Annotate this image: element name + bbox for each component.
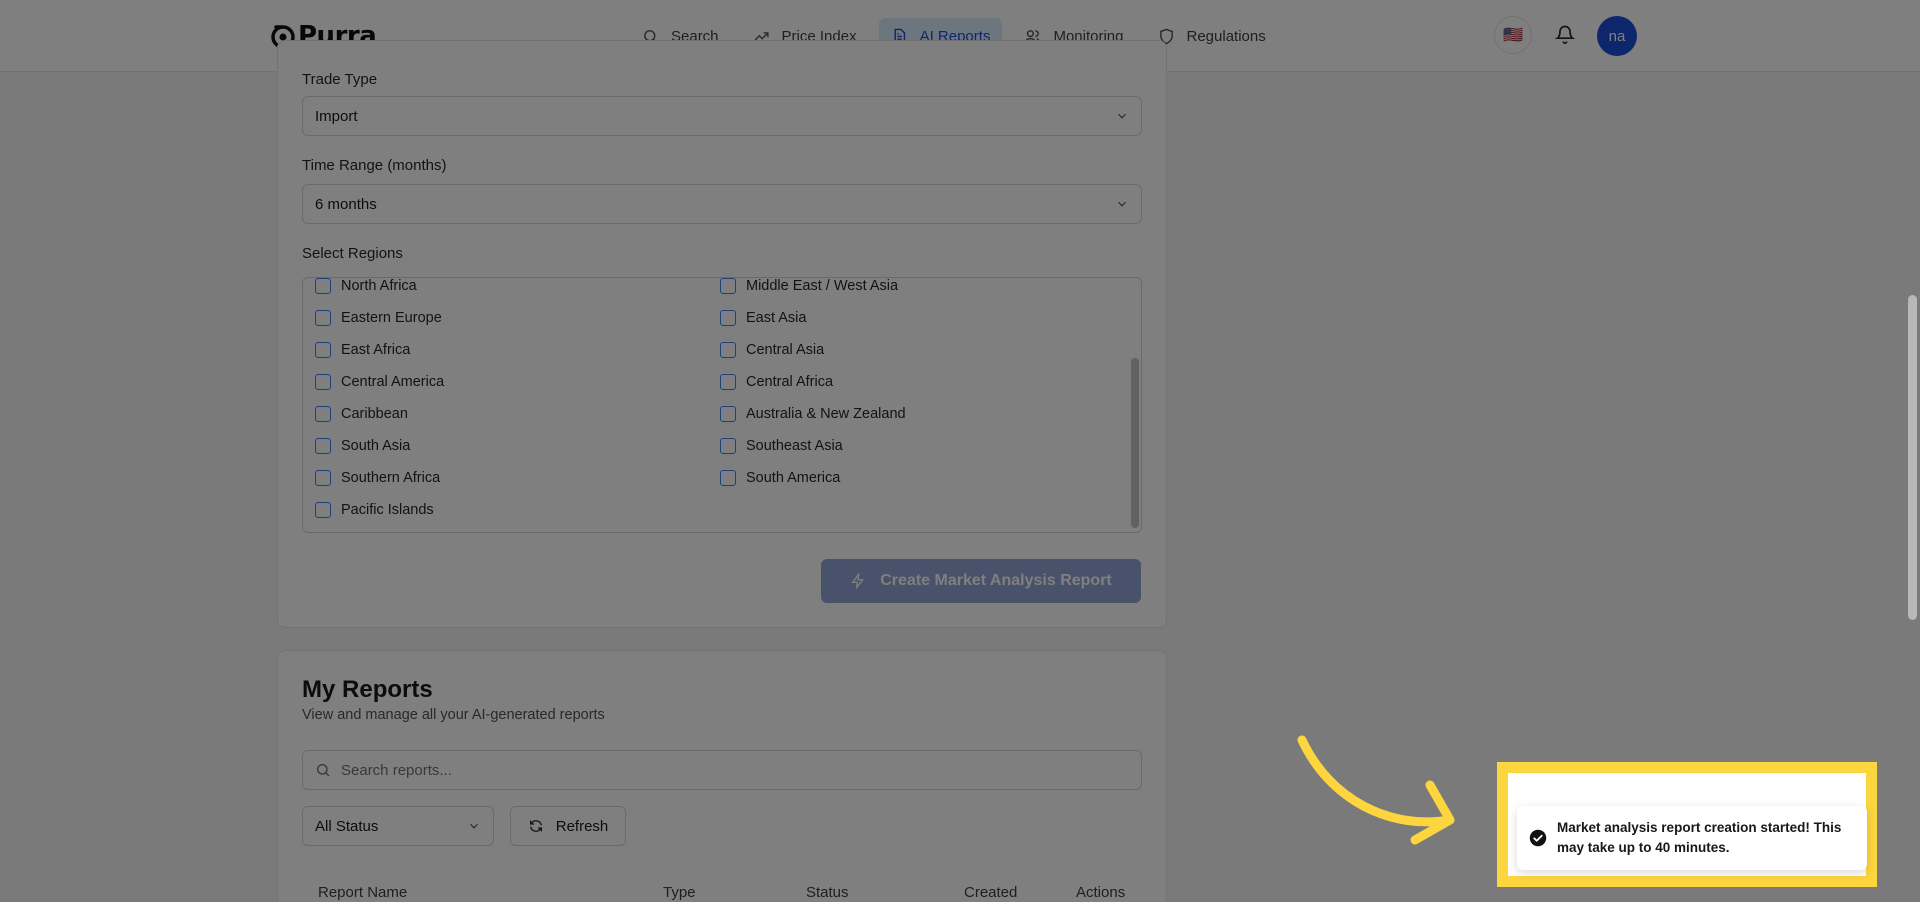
checkbox[interactable] <box>720 470 736 486</box>
bell-icon[interactable] <box>1555 24 1575 44</box>
time-range-select[interactable]: 6 months <box>302 184 1142 224</box>
region-label: Southeast Asia <box>746 438 843 454</box>
report-form-card: Trade Type Import Time Range (months) 6 … <box>277 40 1167 628</box>
checkbox[interactable] <box>720 438 736 454</box>
chevron-down-icon <box>1118 201 1126 207</box>
region-option[interactable]: Middle East / West Asia <box>720 278 899 296</box>
region-label: South America <box>746 470 841 486</box>
time-range-label: Time Range (months) <box>302 157 447 174</box>
checkbox[interactable] <box>720 342 736 358</box>
region-option[interactable]: North Africa <box>315 278 417 296</box>
region-label: East Africa <box>341 342 411 358</box>
toast-notification[interactable]: Market analysis report creation started!… <box>1517 806 1867 870</box>
region-option[interactable]: Eastern Europe <box>315 308 442 328</box>
region-option[interactable]: Southern Africa <box>315 468 440 488</box>
regions-scrollbar[interactable] <box>1131 358 1139 528</box>
checkbox[interactable] <box>315 438 331 454</box>
lightning-icon <box>851 573 865 589</box>
search-reports-input[interactable]: Search reports... <box>302 750 1142 790</box>
region-option[interactable]: Pacific Islands <box>315 500 434 520</box>
toast-message: Market analysis report creation started!… <box>1557 820 1842 855</box>
region-label: South Asia <box>341 438 411 454</box>
avatar[interactable]: na <box>1597 16 1637 56</box>
status-filter-value: All Status <box>315 817 379 835</box>
column-header-actions: Actions <box>1076 884 1126 901</box>
search-placeholder: Search reports... <box>341 761 452 779</box>
checkbox[interactable] <box>720 310 736 326</box>
search-icon <box>317 764 330 777</box>
region-option[interactable]: Central Africa <box>720 372 833 392</box>
column-header-type[interactable]: Type <box>663 884 696 901</box>
checkbox[interactable] <box>315 278 331 294</box>
column-header-name[interactable]: Report Name <box>318 884 407 901</box>
chevron-down-icon <box>470 823 478 829</box>
regions-list[interactable]: North Africa Eastern Europe East Africa … <box>302 277 1142 533</box>
my-reports-card: My Reports View and manage all your AI-g… <box>277 650 1167 902</box>
region-label: Southern Africa <box>341 470 441 486</box>
region-option[interactable]: Caribbean <box>315 404 408 424</box>
region-label: Australia & New Zealand <box>746 406 906 422</box>
trade-type-label: Trade Type <box>302 71 378 88</box>
trade-type-value: Import <box>315 107 358 125</box>
region-label: Central America <box>341 374 445 390</box>
region-label: North Africa <box>341 278 417 294</box>
checkbox[interactable] <box>720 278 736 294</box>
column-header-status[interactable]: Status <box>806 884 849 901</box>
region-option[interactable]: Australia & New Zealand <box>720 404 906 424</box>
trade-type-select[interactable]: Import <box>302 96 1142 136</box>
region-label: East Asia <box>746 310 807 326</box>
check-circle-icon <box>1529 829 1547 847</box>
checkbox[interactable] <box>720 374 736 390</box>
checkbox[interactable] <box>315 470 331 486</box>
checkbox[interactable] <box>315 502 331 518</box>
region-label: Caribbean <box>341 406 408 422</box>
checkbox[interactable] <box>315 374 331 390</box>
region-option[interactable]: East Africa <box>315 340 410 360</box>
chevron-down-icon <box>1118 113 1126 119</box>
language-button[interactable]: 🇺🇸 <box>1494 16 1532 54</box>
region-label: Middle East / West Asia <box>746 278 899 294</box>
refresh-button[interactable]: Refresh <box>510 806 626 846</box>
region-option[interactable]: South America <box>720 468 840 488</box>
checkbox[interactable] <box>315 310 331 326</box>
create-report-label: Create Market Analysis Report <box>880 572 1112 589</box>
time-range-value: 6 months <box>315 195 377 213</box>
create-report-button[interactable]: Create Market Analysis Report <box>821 559 1141 603</box>
column-header-created[interactable]: Created <box>964 884 1017 901</box>
annotation-arrow-icon <box>1297 735 1455 845</box>
status-filter-select[interactable]: All Status <box>302 806 494 846</box>
region-label: Central Africa <box>746 374 834 390</box>
page-scrollbar[interactable] <box>1908 295 1917 620</box>
checkbox[interactable] <box>315 406 331 422</box>
checkbox[interactable] <box>315 342 331 358</box>
region-option[interactable]: South Asia <box>315 436 410 456</box>
regions-label: Select Regions <box>302 245 403 262</box>
region-option[interactable]: East Asia <box>720 308 806 328</box>
nav-regulations-label: Regulations <box>1186 27 1266 45</box>
avatar-initials: na <box>1608 27 1626 45</box>
section-subtitle: View and manage all your AI-generated re… <box>302 707 605 723</box>
checkbox[interactable] <box>720 406 736 422</box>
refresh-icon <box>529 820 542 832</box>
region-option[interactable]: Central Asia <box>720 340 824 360</box>
region-option[interactable]: Southeast Asia <box>720 436 843 456</box>
region-label: Eastern Europe <box>341 310 442 326</box>
refresh-label: Refresh <box>555 817 609 835</box>
section-title: My Reports <box>302 676 433 703</box>
flag-icon: 🇺🇸 <box>1503 27 1523 44</box>
region-option[interactable]: Central America <box>315 372 444 392</box>
region-label: Pacific Islands <box>341 502 434 518</box>
region-label: Central Asia <box>746 342 825 358</box>
